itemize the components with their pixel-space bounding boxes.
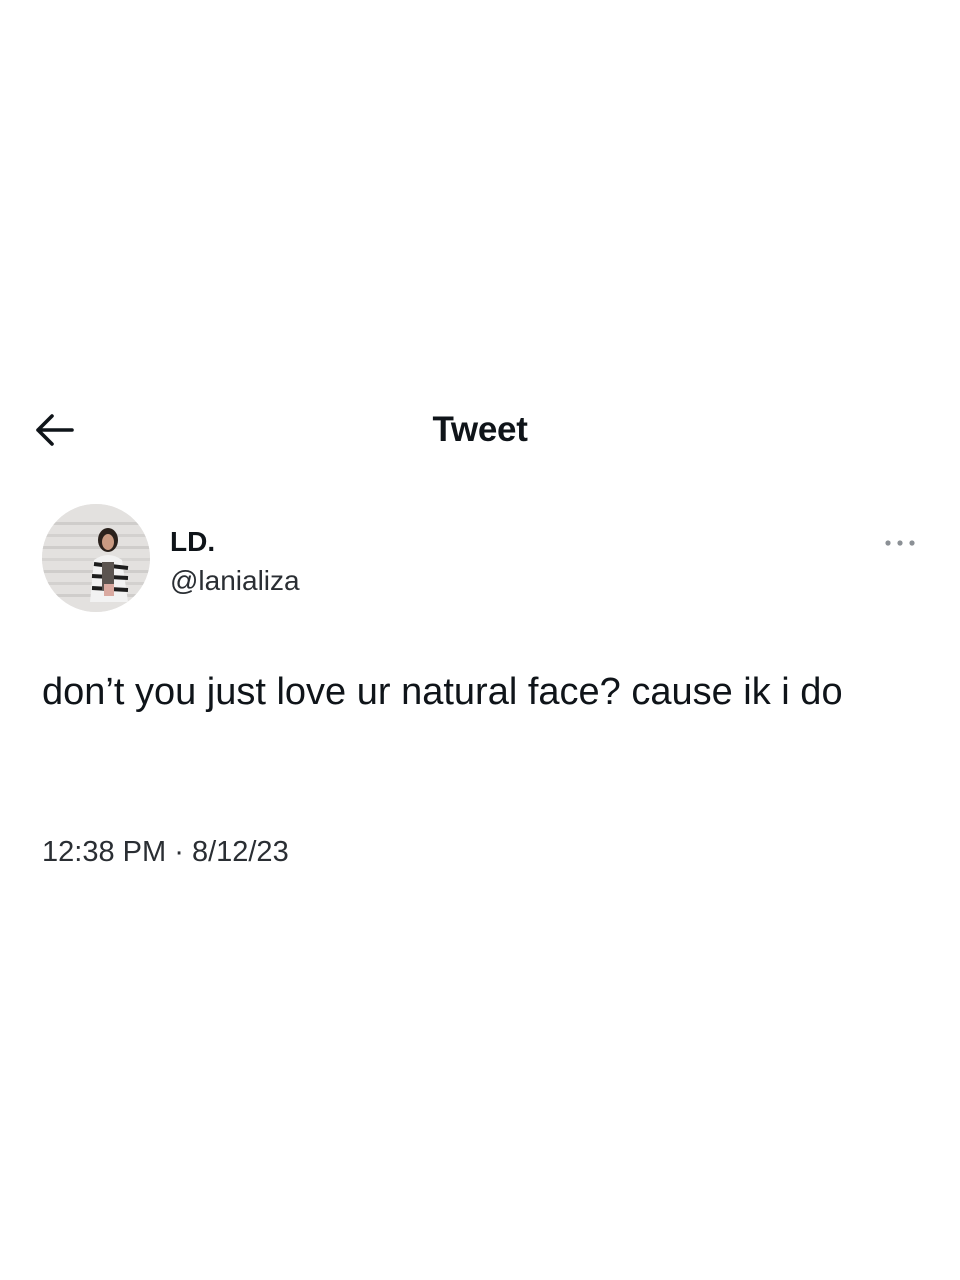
tweet-text: don’t you just love ur natural face? cau… [42, 671, 843, 713]
tweet-timestamp: 12:38 PM · 8/12/23 [42, 836, 289, 869]
meta-separator: · [174, 836, 184, 868]
more-options-button[interactable] [878, 530, 922, 556]
tweet-time[interactable]: 12:38 PM [42, 836, 166, 868]
tweet-author: LD. @lanializa [42, 504, 922, 616]
display-name[interactable]: LD. [170, 526, 215, 558]
more-horizontal-icon [885, 540, 915, 546]
profile-photo-image [42, 504, 150, 612]
page-title: Tweet [432, 410, 528, 449]
top-bar: Tweet [0, 398, 960, 462]
user-handle[interactable]: @lanializa [170, 565, 300, 597]
tweet-date[interactable]: 8/12/23 [192, 836, 289, 868]
avatar[interactable] [42, 504, 150, 612]
